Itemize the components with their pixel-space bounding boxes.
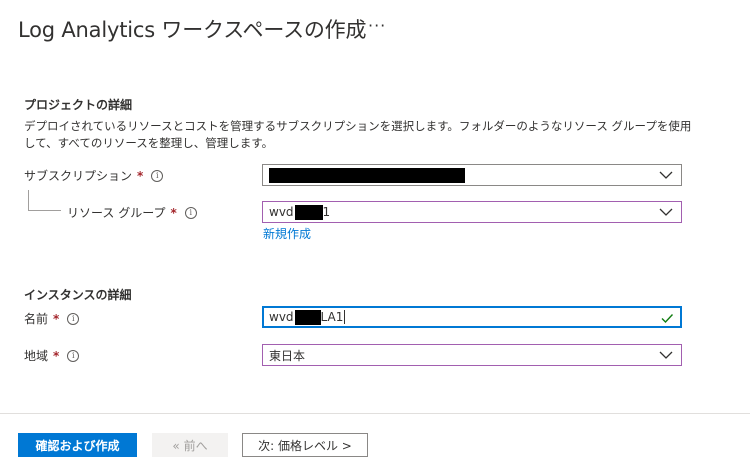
- next-pricing-tier-button[interactable]: 次: 価格レベル >: [242, 433, 368, 457]
- footer-divider: [0, 413, 750, 414]
- resource-group-label: リソース グループ * i: [67, 204, 197, 221]
- name-input[interactable]: wvd LA1: [262, 306, 682, 328]
- previous-button[interactable]: « 前へ: [152, 433, 228, 457]
- region-label-text: 地域: [24, 349, 49, 363]
- review-create-button[interactable]: 確認および作成: [18, 433, 137, 457]
- chevron-down-icon: [659, 208, 673, 216]
- required-indicator: *: [53, 311, 60, 326]
- page-title: Log Analytics ワークスペースの作成: [18, 18, 367, 42]
- checkmark-icon: [661, 314, 674, 324]
- resource-group-redacted: [294, 204, 323, 220]
- name-label-text: 名前: [24, 312, 49, 326]
- instance-details-heading: インスタンスの詳細: [24, 288, 132, 302]
- resource-group-dropdown[interactable]: wvd 1: [262, 201, 682, 223]
- region-label: 地域 * i: [24, 347, 80, 364]
- required-indicator: *: [170, 205, 177, 220]
- name-label: 名前 * i: [24, 310, 80, 327]
- project-details-description: デプロイされているリソースとコストを管理するサブスクリプションを選択します。フォ…: [24, 119, 692, 150]
- create-new-resource-group-link[interactable]: 新規作成: [263, 225, 311, 242]
- resource-group-label-text: リソース グループ: [67, 206, 166, 220]
- name-prefix: wvd: [269, 310, 294, 324]
- more-options-button[interactable]: ···: [368, 16, 386, 35]
- name-suffix: LA1: [320, 310, 344, 324]
- subscription-dropdown[interactable]: [262, 164, 682, 186]
- project-details-heading: プロジェクトの詳細: [24, 98, 133, 112]
- chevron-down-icon: [659, 351, 673, 359]
- chevron-down-icon: [659, 171, 673, 179]
- subscription-label: サブスクリプション * i: [24, 167, 164, 184]
- region-value: 東日本: [269, 348, 306, 363]
- tree-connector: [28, 190, 61, 211]
- info-icon[interactable]: i: [151, 169, 164, 182]
- resource-group-suffix: 1: [322, 205, 331, 219]
- subscription-value-redacted: [269, 167, 465, 183]
- region-dropdown[interactable]: 東日本: [262, 344, 682, 366]
- required-indicator: *: [53, 348, 60, 363]
- info-icon[interactable]: i: [67, 312, 80, 325]
- resource-group-prefix: wvd: [269, 205, 294, 219]
- name-redacted: [294, 309, 321, 325]
- text-cursor: [344, 310, 346, 324]
- info-icon[interactable]: i: [184, 206, 197, 219]
- info-icon[interactable]: i: [67, 349, 80, 362]
- subscription-label-text: サブスクリプション: [24, 169, 133, 183]
- required-indicator: *: [137, 168, 144, 183]
